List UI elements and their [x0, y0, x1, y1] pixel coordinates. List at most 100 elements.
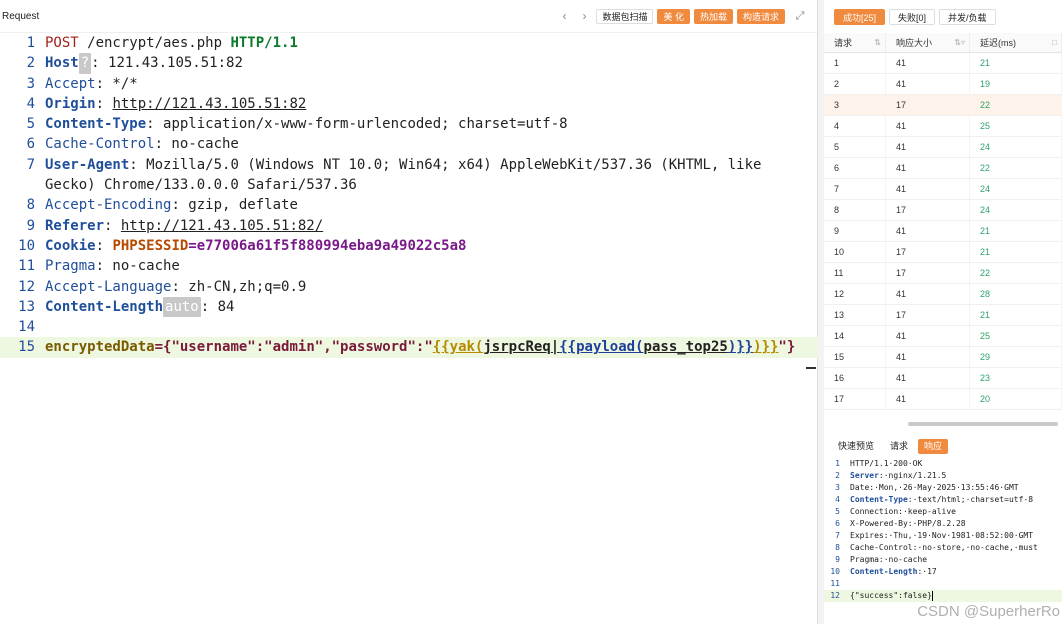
- line-number: 7: [835, 531, 840, 540]
- cell-response-size: 17: [886, 263, 970, 283]
- cell-response-size: 17: [886, 200, 970, 220]
- header-value: : no-cache: [154, 136, 239, 153]
- editor-line: 7 User-Agent: Mozilla/5.0 (Windows NT 10…: [0, 155, 818, 175]
- prev-arrow-icon[interactable]: ‹: [556, 9, 572, 23]
- referer-url[interactable]: http://121.43.105.51:82/: [121, 218, 323, 234]
- response-line: 9 Pragma:·no-cache: [824, 554, 1062, 566]
- cell-request-id: 14: [824, 326, 886, 346]
- body-param-key: encryptedData: [45, 339, 155, 356]
- cell-latency: 24: [970, 200, 1062, 220]
- fuzztag-payload-close: )}}: [727, 339, 754, 356]
- header-sep: :: [95, 95, 113, 112]
- cell-request-id: 8: [824, 200, 886, 220]
- table-row[interactable]: 13 17 21: [824, 305, 1062, 326]
- host-help-badge[interactable]: ?: [78, 53, 92, 74]
- body-token: "admin": [264, 339, 324, 356]
- cell-response-size: 41: [886, 53, 970, 73]
- response-line-content: Connection:·keep-alive: [850, 506, 956, 518]
- sort-icon[interactable]: ⇅: [874, 33, 881, 53]
- header-key: Cookie: [45, 237, 96, 254]
- response-value: :·Thu,·19·Nov·1981·08:52:00·GMT: [883, 531, 1034, 540]
- scrollbar-thumb[interactable]: [908, 422, 1058, 426]
- cell-latency: 24: [970, 137, 1062, 157]
- editor-line: 3 Accept: */*: [0, 74, 818, 94]
- hot-load-button[interactable]: 热加载: [693, 8, 733, 24]
- table-row[interactable]: 10 17 21: [824, 242, 1062, 263]
- sort-filter-icon[interactable]: □: [1052, 33, 1057, 53]
- table-row[interactable]: 1 41 21: [824, 53, 1062, 74]
- table-row[interactable]: 8 17 24: [824, 200, 1062, 221]
- cell-latency: 20: [970, 389, 1062, 409]
- scroll-position-marker: [806, 367, 816, 369]
- table-row[interactable]: 5 41 24: [824, 137, 1062, 158]
- cell-request-id: 5: [824, 137, 886, 157]
- tab-concurrency[interactable]: 并发/负载: [939, 8, 996, 25]
- table-row[interactable]: 17 41 20: [824, 389, 1062, 410]
- line-number: 12: [830, 591, 840, 600]
- cell-response-size: 41: [886, 347, 970, 367]
- cell-latency: 22: [970, 263, 1062, 283]
- table-row[interactable]: 12 41 28: [824, 284, 1062, 305]
- header-key: Host: [45, 55, 79, 72]
- beautify-button[interactable]: 美 化: [657, 8, 690, 24]
- cell-latency: 19: [970, 74, 1062, 94]
- response-line-content: Server:·nginx/1.21.5: [850, 470, 946, 482]
- response-line: 4 Content-Type:·text/html;·charset=utf-8: [824, 494, 1062, 506]
- editor-line-active: 15 encryptedData={"username":"admin","pa…: [0, 337, 818, 358]
- tab-request[interactable]: 请求: [884, 439, 914, 454]
- fullscreen-icon[interactable]: ⤢: [793, 10, 807, 23]
- origin-url[interactable]: http://121.43.105.51:82: [112, 96, 306, 112]
- response-line-content: Content-Type:·text/html;·charset=utf-8: [850, 494, 1033, 506]
- table-row[interactable]: 4 41 25: [824, 116, 1062, 137]
- column-size[interactable]: 响应大小 ⇅▿: [886, 33, 970, 52]
- column-request-label: 请求: [834, 37, 853, 48]
- editor-line: 14: [0, 317, 818, 337]
- packet-scan-button[interactable]: 数据包扫描: [596, 8, 654, 24]
- request-toolbar: ‹ › 数据包扫描 美 化 热加载 构造请求 ⤢: [556, 8, 817, 24]
- body-token: ={: [154, 339, 172, 356]
- build-request-button[interactable]: 构造请求: [736, 8, 785, 24]
- tab-success[interactable]: 成功[25]: [834, 8, 886, 25]
- table-row[interactable]: 9 41 21: [824, 221, 1062, 242]
- response-line: 6 X-Powered-By:·PHP/8.2.28: [824, 518, 1062, 530]
- response-value: :·text/html;·charset=utf-8: [907, 495, 1034, 504]
- next-arrow-icon[interactable]: ›: [576, 9, 592, 23]
- header-value: : 121.43.105.51:82: [91, 55, 243, 72]
- column-latency[interactable]: 延迟(ms) □: [970, 33, 1062, 52]
- column-request[interactable]: 请求 ⇅: [824, 33, 886, 52]
- cell-response-size: 41: [886, 368, 970, 388]
- response-line: 11: [824, 578, 1062, 590]
- table-row[interactable]: 16 41 23: [824, 368, 1062, 389]
- table-row[interactable]: 7 41 24: [824, 179, 1062, 200]
- line-number: 10: [830, 567, 840, 576]
- response-value: :·nginx/1.21.5: [878, 471, 947, 480]
- detail-tabs: 快速预览 请求 响应: [824, 437, 949, 455]
- line-number: 8: [835, 543, 840, 552]
- table-row[interactable]: 2 41 19: [824, 74, 1062, 95]
- table-row[interactable]: 14 41 25: [824, 326, 1062, 347]
- tab-quick-preview[interactable]: 快速预览: [832, 439, 880, 454]
- cell-response-size: 41: [886, 158, 970, 178]
- response-line: 7 Expires:·Thu,·19·Nov·1981·08:52:00·GMT: [824, 530, 1062, 542]
- horizontal-scrollbar[interactable]: [824, 421, 1062, 427]
- line-number: 2: [835, 471, 840, 480]
- tab-response[interactable]: 响应: [918, 438, 949, 454]
- header-key: Pragma: [45, 258, 96, 275]
- sort-filter-icon[interactable]: ⇅▿: [954, 33, 965, 53]
- line-number: 15: [18, 339, 35, 356]
- tab-fail[interactable]: 失败[0]: [889, 8, 936, 25]
- response-line: 3 Date:·Mon,·26·May·2025·13:55:46·GMT: [824, 482, 1062, 494]
- table-row[interactable]: 11 17 22: [824, 263, 1062, 284]
- header-key: Accept-Language: [45, 278, 172, 295]
- line-number: 9: [835, 555, 840, 564]
- table-body: 1 41 21 2 41 19 3 17 22 4 41 25 5 41 24 6 41 22 7 41 24 8 17 24…: [824, 53, 1062, 410]
- editor-line: 9 Referer: http://121.43.105.51:82/: [0, 216, 818, 236]
- cell-request-id: 10: [824, 242, 886, 262]
- response-viewer[interactable]: 1 HTTP/1.1·200·OK 2 Server:·nginx/1.21.5 3 Da…: [824, 458, 1062, 624]
- header-key: Origin: [45, 95, 96, 112]
- content-length-auto-badge[interactable]: auto: [163, 296, 201, 318]
- table-row[interactable]: 6 41 22: [824, 158, 1062, 179]
- table-row[interactable]: 3 17 22: [824, 95, 1062, 116]
- table-row[interactable]: 15 41 29: [824, 347, 1062, 368]
- request-editor[interactable]: 1 POST /encrypt/aes.php HTTP/1.1 2 Host?…: [0, 33, 818, 624]
